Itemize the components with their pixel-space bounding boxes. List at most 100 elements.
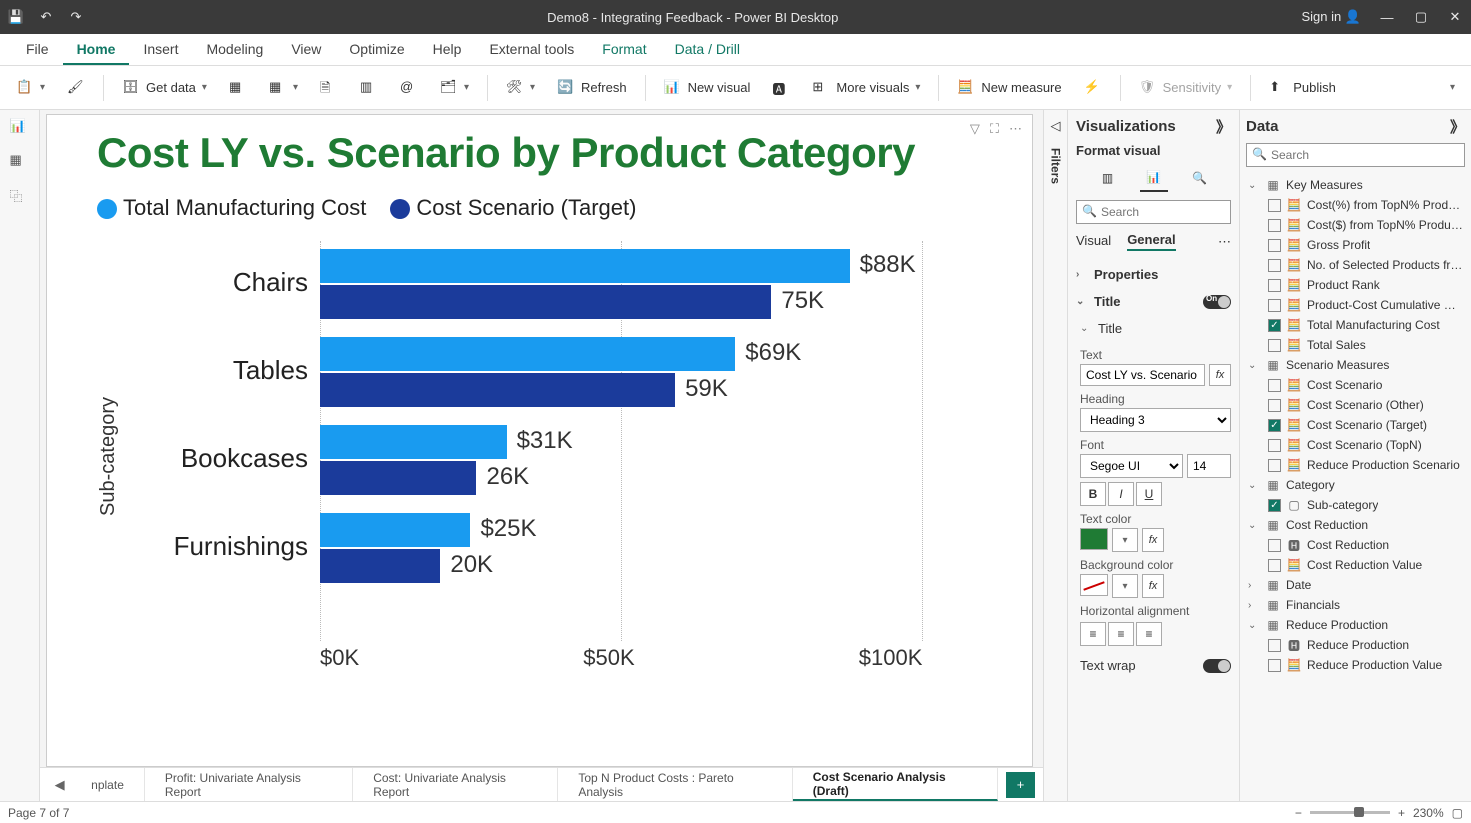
filters-expand-icon[interactable]: ◁ (1051, 118, 1061, 134)
ribbon-collapse-button[interactable]: ▾ (1442, 78, 1463, 97)
zoom-out-button[interactable]: − (1295, 806, 1302, 820)
refresh-button[interactable]: 🔄Refresh (549, 75, 635, 101)
get-data-button[interactable]: 🗄Get data▾ (114, 75, 215, 101)
bar[interactable]: 59K (320, 373, 675, 407)
field-row[interactable]: 🧮Cost(%) from TopN% Products (1246, 195, 1465, 215)
font-size-input[interactable] (1187, 454, 1231, 478)
bar[interactable]: $88K (320, 249, 850, 283)
text-color-swatch[interactable] (1080, 528, 1108, 550)
new-measure-button[interactable]: 🧮New measure (949, 75, 1069, 101)
bar[interactable]: $69K (320, 337, 735, 371)
text-box-button[interactable]: 🅰 (764, 75, 798, 101)
bg-color-dropdown[interactable]: ▾ (1112, 574, 1138, 598)
table-row[interactable]: ⌄▦Category (1246, 475, 1465, 495)
data-collapse-icon[interactable]: 》 (1450, 116, 1465, 137)
paste-button[interactable]: 📋▾ (8, 75, 53, 101)
menu-view[interactable]: View (277, 35, 335, 65)
quick-measure-button[interactable]: ⚡ (1076, 75, 1110, 101)
field-row[interactable]: 🧮Cost($) from TopN% Products (1246, 215, 1465, 235)
field-row[interactable]: 🧮Cost Scenario (Other) (1246, 395, 1465, 415)
align-right-button[interactable]: ≡ (1136, 622, 1162, 646)
wrap-toggle[interactable] (1203, 659, 1231, 673)
more-options-icon[interactable]: ⋯ (1009, 121, 1022, 137)
bar[interactable]: $31K (320, 425, 507, 459)
close-icon[interactable]: ✕ (1447, 9, 1463, 25)
zoom-in-button[interactable]: + (1398, 806, 1405, 820)
field-row[interactable]: 🧮Product Rank (1246, 275, 1465, 295)
field-row[interactable]: 🧮No. of Selected Products fro… (1246, 255, 1465, 275)
focus-mode-icon[interactable]: ⛶ (990, 121, 999, 137)
viz-collapse-icon[interactable]: 》 (1216, 116, 1231, 137)
field-row[interactable]: 🧮Cost Scenario (TopN) (1246, 435, 1465, 455)
bg-color-fx-button[interactable]: fx (1142, 574, 1164, 598)
properties-section[interactable]: ›Properties (1076, 261, 1231, 288)
bar[interactable]: $25K (320, 513, 470, 547)
add-page-button[interactable]: + (1006, 772, 1035, 798)
text-color-dropdown[interactable]: ▾ (1112, 528, 1138, 552)
redo-icon[interactable]: ↷ (68, 9, 84, 25)
bar[interactable]: 75K (320, 285, 771, 319)
title-text-input[interactable] (1080, 364, 1205, 386)
field-row[interactable]: ✓▢Sub-category (1246, 495, 1465, 515)
field-row[interactable]: 🧮Cost Scenario (1246, 375, 1465, 395)
maximize-icon[interactable]: ▢ (1413, 9, 1429, 25)
bg-color-swatch[interactable] (1080, 574, 1108, 596)
title-toggle[interactable] (1203, 295, 1231, 309)
data-search-input[interactable] (1246, 143, 1465, 167)
format-painter-button[interactable]: 🖌 (59, 75, 93, 101)
sql-source-button[interactable]: 🗎 (312, 75, 346, 101)
field-row[interactable]: 🅷Cost Reduction (1246, 535, 1465, 555)
report-canvas[interactable]: ▽ ⛶ ⋯ Cost LY vs. Scenario by Product Ca… (46, 114, 1033, 767)
font-select[interactable]: Segoe UI (1080, 454, 1183, 478)
title-fx-button[interactable]: fx (1209, 364, 1231, 386)
build-visual-tab-icon[interactable]: ▥ (1094, 164, 1122, 192)
model-view-icon[interactable]: ⿻ (10, 186, 30, 206)
table-row[interactable]: ⌄▦Key Measures (1246, 175, 1465, 195)
menu-insert[interactable]: Insert (129, 35, 192, 65)
signin-button[interactable]: Sign in 👤 (1301, 9, 1361, 25)
table-view-icon[interactable]: ▦ (10, 152, 30, 172)
page-tab[interactable]: nplate (71, 768, 145, 801)
title-section[interactable]: ⌄Title (1076, 288, 1231, 315)
heading-select[interactable]: Heading 3 (1080, 408, 1231, 432)
page-tab[interactable]: Top N Product Costs : Pareto Analysis (558, 768, 792, 801)
undo-icon[interactable]: ↶ (38, 9, 54, 25)
menu-externaltools[interactable]: External tools (475, 35, 588, 65)
text-wrap-row[interactable]: Text wrap (1080, 652, 1231, 679)
menu-file[interactable]: File (12, 35, 63, 65)
field-row[interactable]: 🧮Reduce Production Scenario (1246, 455, 1465, 475)
field-row[interactable]: 🧮Total Sales (1246, 335, 1465, 355)
viz-search-input[interactable] (1076, 200, 1231, 224)
filter-icon[interactable]: ▽ (970, 121, 980, 137)
italic-button[interactable]: I (1108, 482, 1134, 506)
excel-source-button[interactable]: ▦ (221, 75, 255, 101)
new-visual-button[interactable]: 📊New visual (656, 75, 759, 101)
menu-home[interactable]: Home (63, 35, 130, 65)
align-left-button[interactable]: ≡ (1080, 622, 1106, 646)
align-center-button[interactable]: ≡ (1108, 622, 1134, 646)
enter-data-button[interactable]: ▥ (352, 75, 386, 101)
transform-data-button[interactable]: 🛠▾ (498, 75, 543, 101)
bar[interactable]: 26K (320, 461, 476, 495)
viz-more-icon[interactable]: ⋯ (1218, 234, 1231, 250)
menu-datadrill[interactable]: Data / Drill (661, 35, 754, 65)
minimize-icon[interactable]: — (1379, 9, 1395, 25)
field-row[interactable]: ✓🧮Total Manufacturing Cost (1246, 315, 1465, 335)
field-row[interactable]: ✓🧮Cost Scenario (Target) (1246, 415, 1465, 435)
page-tab[interactable]: Profit: Univariate Analysis Report (145, 768, 353, 801)
table-row[interactable]: ⌄▦Cost Reduction (1246, 515, 1465, 535)
zoom-slider[interactable] (1310, 811, 1390, 814)
menu-format[interactable]: Format (588, 35, 660, 65)
text-color-fx-button[interactable]: fx (1142, 528, 1164, 552)
more-visuals-button[interactable]: ⊞More visuals▾ (804, 75, 928, 101)
tab-visual[interactable]: Visual (1076, 233, 1111, 250)
bar[interactable]: 20K (320, 549, 440, 583)
report-view-icon[interactable]: 📊 (10, 118, 30, 138)
field-row[interactable]: 🧮Gross Profit (1246, 235, 1465, 255)
data-hub-button[interactable]: ▦▾ (261, 75, 306, 101)
page-tab[interactable]: Cost Scenario Analysis (Draft) (793, 768, 998, 801)
table-row[interactable]: ›▦Financials (1246, 595, 1465, 615)
field-row[interactable]: 🧮Product-Cost Cumulative Per… (1246, 295, 1465, 315)
tab-general[interactable]: General (1127, 232, 1175, 251)
table-row[interactable]: ⌄▦Reduce Production (1246, 615, 1465, 635)
